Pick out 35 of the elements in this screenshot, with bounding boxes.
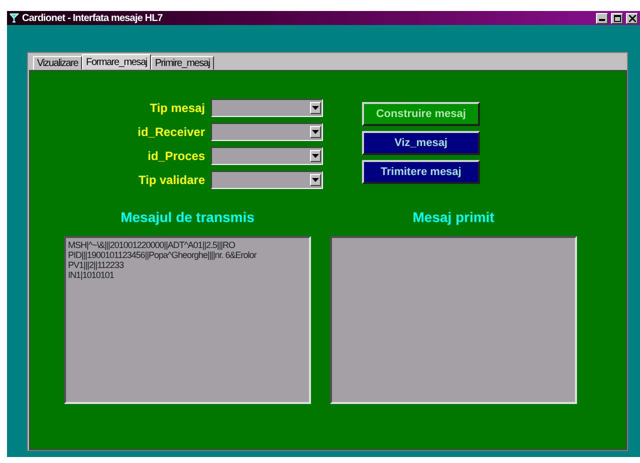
dropdown-field[interactable]	[211, 99, 323, 117]
action-button[interactable]: Viz_mesaj	[362, 131, 480, 155]
dropdown-arrow-icon	[312, 130, 319, 134]
section-heading: Mesajul de transmis	[120, 209, 254, 225]
tab[interactable]: Primire_mesaj	[150, 56, 214, 70]
tab[interactable]: Formare_mesaj	[82, 54, 151, 70]
field-label: Tip validare	[138, 172, 205, 189]
dropdown-button[interactable]	[310, 174, 321, 186]
dropdown-arrow-icon	[312, 178, 319, 182]
field-label: id_Receiver	[136, 124, 205, 141]
dropdown-button[interactable]	[310, 126, 321, 138]
dropdown-button[interactable]	[310, 150, 321, 162]
message-textarea[interactable]: MSH|^~\&|||201001220000||ADT^A01||2.5|||RO PID|||1900101123456||Popa^Gheorghe||||nr. 6&Erolor PV1|||2||112233 IN1|1010101	[64, 236, 311, 404]
dropdown-field[interactable]	[211, 171, 323, 189]
close-icon	[628, 14, 636, 22]
app-icon	[9, 13, 19, 23]
message-line: MSH|^~\&|||201001220000||ADT^A01||2.5|||RO	[68, 240, 236, 250]
dropdown-field[interactable]	[211, 123, 323, 141]
message-line: PID|||1900101123456||Popa^Gheorghe||||nr. 6&Erolor	[68, 250, 258, 260]
maximize-button[interactable]	[611, 12, 623, 24]
action-button[interactable]: Trimitere mesaj	[362, 160, 480, 184]
field-label: id_Proces	[146, 148, 205, 165]
minimize-button[interactable]	[596, 12, 608, 24]
message-line: IN1|1010101	[68, 270, 115, 280]
tab[interactable]: Vizualizare	[33, 56, 82, 70]
dropdown-arrow-icon	[312, 154, 319, 158]
section-heading: Mesaj primit	[412, 209, 494, 225]
dropdown-field[interactable]	[211, 147, 323, 165]
dropdown-arrow-icon	[312, 106, 319, 110]
window-title: Cardionet - Interfata mesaje HL7	[22, 12, 164, 24]
field-label: Tip mesaj	[148, 100, 205, 117]
dropdown-button[interactable]	[310, 102, 321, 114]
maximize-icon	[614, 14, 620, 22]
message-line: PV1|||2||112233	[68, 260, 125, 270]
close-button[interactable]	[626, 12, 638, 24]
